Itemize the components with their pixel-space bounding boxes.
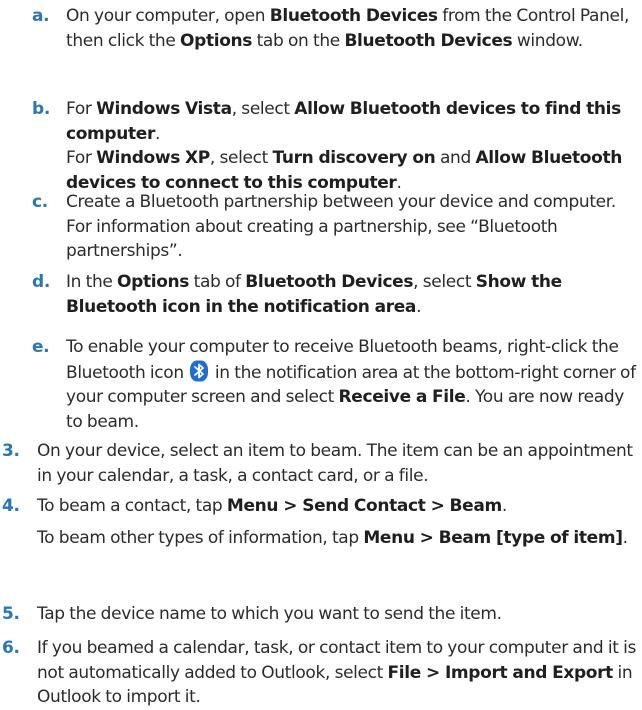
step-bold-text: Windows XP: [96, 148, 210, 168]
step-d: d. In the Options tab of Bluetooth Devic…: [32, 270, 642, 319]
step-bold-text: File > Import and Export: [387, 662, 614, 683]
step-text: On your computer, open: [66, 6, 270, 26]
step-text: tab of: [189, 272, 246, 292]
step-text: For: [66, 148, 97, 168]
step-text: For: [66, 99, 97, 119]
step-marker: e.: [32, 337, 50, 357]
step-c: c. Create a Bluetooth partnership betwee…: [32, 190, 642, 264]
step-marker: c.: [32, 192, 48, 212]
step-a: a. On your computer, open Bluetooth Devi…: [32, 4, 642, 53]
step-bold-text: Receive a File: [338, 387, 466, 407]
step-bold-text: Windows Vista: [96, 99, 232, 119]
step-text: .: [154, 123, 161, 144]
bluetooth-icon: [189, 360, 209, 382]
step-b-vista: For Windows Vista, select Allow Bluetoot…: [66, 97, 642, 146]
step-bold-text: Bluetooth Devices: [245, 272, 414, 292]
step-5: 5. Tap the device name to which you want…: [2, 602, 640, 627]
step-6: 6. If you beamed a calendar, task, or co…: [2, 636, 640, 710]
step-bold-text: Menu > Send Contact > Beam: [226, 496, 502, 516]
step-text: tab on the: [252, 30, 345, 51]
step-text: Create a Bluetooth partnership between y…: [66, 192, 616, 261]
step-text: To beam a contact, tap: [37, 496, 227, 516]
step-marker: 4.: [2, 496, 20, 516]
step-text: .: [501, 496, 507, 516]
step-bold-text: Menu > Beam [type of item]: [363, 527, 623, 548]
step-text: , select: [209, 148, 273, 168]
step-marker: d.: [32, 272, 50, 292]
step-bold-text: Bluetooth Devices: [269, 6, 438, 26]
step-4-other: To beam other types of information, tap …: [37, 526, 640, 551]
step-marker: 5.: [2, 604, 20, 624]
step-e: e. To enable your computer to receive Bl…: [32, 335, 642, 434]
step-bold-text: Bluetooth Devices: [344, 30, 513, 51]
step-text: To beam other types of information, tap: [37, 527, 364, 548]
step-marker: 6.: [2, 638, 20, 658]
step-marker: 3.: [2, 441, 20, 461]
step-4-contact: To beam a contact, tap Menu > Send Conta…: [37, 494, 640, 519]
step-text: window.: [512, 30, 583, 51]
step-text: .: [622, 527, 628, 548]
step-bold-text: Options: [180, 30, 253, 51]
step-text: and: [435, 148, 476, 168]
step-marker: b.: [32, 99, 50, 119]
step-bold-text: Turn discovery on: [272, 148, 436, 168]
step-text: On your device, select an item to beam. …: [37, 441, 633, 486]
step-4: 4. To beam a contact, tap Menu > Send Co…: [2, 494, 640, 551]
step-bold-text: Options: [117, 272, 190, 292]
step-text: , select: [231, 99, 295, 119]
step-3: 3. On your device, select an item to bea…: [2, 439, 640, 488]
step-marker: a.: [32, 6, 50, 26]
step-b: b. For Windows Vista, select Allow Bluet…: [32, 97, 642, 195]
instructions-page: a. On your computer, open Bluetooth Devi…: [0, 0, 642, 707]
step-text: , select: [413, 272, 476, 292]
step-text: Tap the device name to which you want to…: [37, 604, 502, 624]
step-text: .: [416, 296, 422, 317]
step-b-xp: For Windows XP, select Turn discovery on…: [66, 146, 642, 195]
step-text: In the: [66, 272, 118, 292]
